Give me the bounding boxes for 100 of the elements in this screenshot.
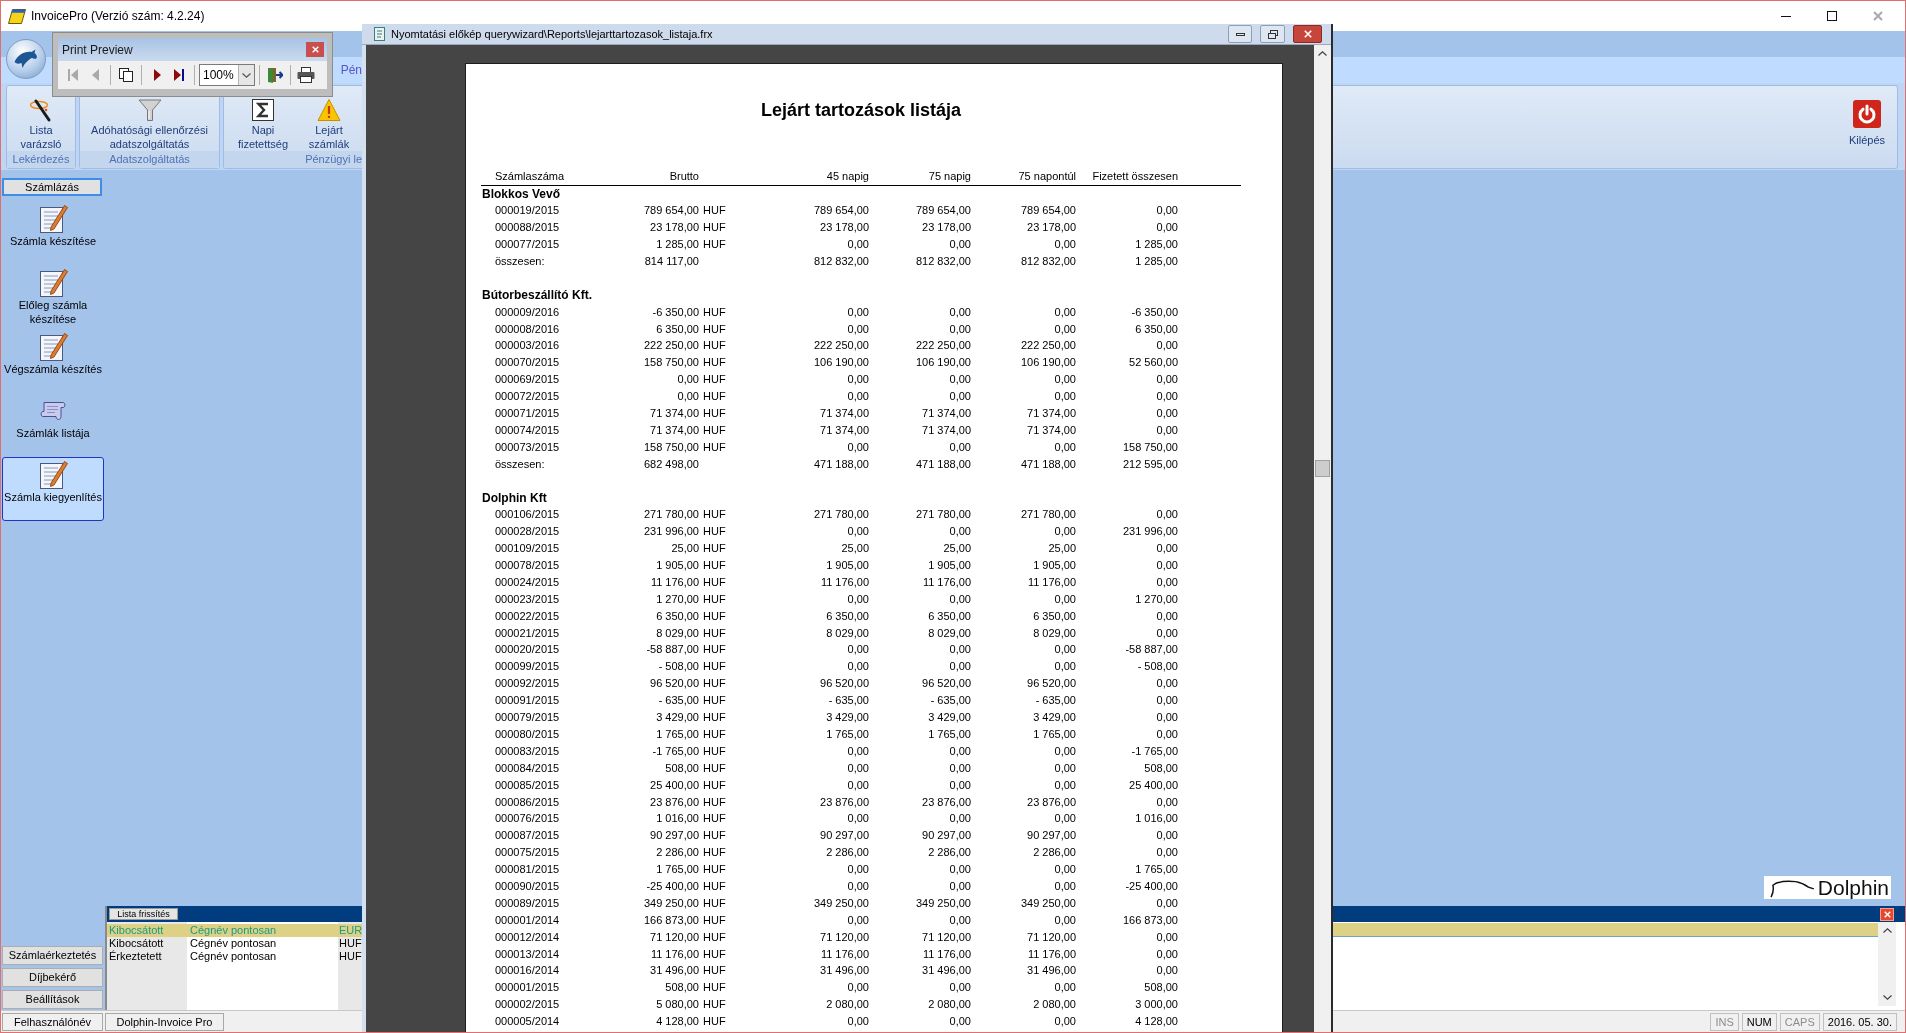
report-title: Lejárt tartozások listája [760, 99, 962, 121]
table-cell: 000074/2015 [495, 423, 560, 436]
document-pencil-icon [38, 460, 68, 490]
table-cell: 0,00 [847, 761, 869, 774]
table-cell: 231 996,00 [643, 525, 699, 538]
table-cell: 0,00 [1156, 626, 1178, 639]
sidebar-section-button[interactable]: Díjbekérő [2, 968, 103, 987]
sidebar-item[interactable]: Számla készítése [2, 201, 104, 265]
window-title: InvoicePro (Verzió szám: 4.2.24) [31, 9, 205, 23]
table-cell: 000088/2015 [495, 221, 560, 234]
document-pencil-icon [38, 204, 68, 234]
table-cell: 0,00 [847, 879, 869, 892]
close-icon [311, 46, 319, 53]
restore-button[interactable] [1260, 25, 1285, 43]
table-cell: 508,00 [665, 761, 699, 774]
table-cell: HUF [703, 322, 726, 335]
table-cell: 231 996,00 [1122, 525, 1178, 538]
table-cell: 0,00 [949, 373, 971, 386]
table-cell: 71 374,00 [820, 407, 869, 419]
table-cell: 000083/2015 [495, 744, 560, 757]
table-cell: 23 178,00 [820, 221, 869, 234]
table-cell: összesen: [495, 255, 545, 267]
table-cell: HUF [703, 981, 726, 994]
zoom-combo[interactable]: 100% [199, 64, 255, 86]
chevron-up-icon[interactable] [1882, 928, 1892, 933]
chevron-down-icon[interactable] [1882, 995, 1892, 1000]
ribbon-button[interactable]: Napi fizetettség [232, 98, 294, 151]
table-cell: 1 285,00 [1135, 255, 1178, 267]
table-cell: HUF [703, 221, 726, 234]
scrollbar-thumb[interactable] [1315, 460, 1330, 477]
table-cell: 000078/2015 [495, 559, 560, 572]
table-cell: 000073/2015 [495, 440, 560, 453]
table-cell: 0,00 [1156, 423, 1178, 436]
table-cell: 106 190,00 [915, 356, 971, 369]
table-cell: 0,00 [677, 373, 699, 386]
table-cell: 1 270,00 [1135, 592, 1178, 605]
group-label: Adatszolgáltatás [109, 153, 190, 166]
toolbar-button[interactable] [295, 64, 317, 86]
ribbon-button[interactable]: Lista varázsló [16, 98, 66, 151]
table-cell: 0,00 [1054, 744, 1076, 757]
table-cell: -25 400,00 [646, 879, 699, 892]
status-cell: Felhasználónév [2, 1012, 103, 1031]
table-cell: 812 832,00 [915, 255, 971, 267]
table-cell: 2 286,00 [656, 846, 699, 859]
table-cell: 0,00 [949, 643, 971, 656]
table-cell: 0,00 [847, 913, 869, 926]
table-cell: 1 285,00 [1135, 238, 1178, 251]
sidebar-item[interactable]: Számlák listája [2, 393, 104, 457]
table-cell: 0,00 [1156, 508, 1178, 521]
section-header-button[interactable]: Számlázás [2, 178, 102, 196]
table-cell: 349 250,00 [915, 896, 971, 909]
table-cell: 0,00 [677, 390, 699, 403]
ribbon-button[interactable]: Adóhatósági ellenőrzési adatszolgáltatás [82, 98, 217, 151]
table-cell: 8 029,00 [928, 626, 971, 639]
ribbon-tab[interactable]: Pén [340, 63, 362, 77]
table-cell: 1 016,00 [1135, 812, 1178, 825]
list-row[interactable]: Érkeztetett Cégnév pontosan HUF [107, 950, 362, 963]
sidebar-section-button[interactable]: Számlaérkeztetés [2, 946, 103, 965]
table-cell: 0,00 [847, 643, 869, 656]
table-cell: 0,00 [1054, 440, 1076, 453]
chevron-up-icon[interactable] [1318, 51, 1327, 56]
table-cell: 0,00 [949, 761, 971, 774]
table-cell: 0,00 [1156, 204, 1178, 217]
column-header: 45 napig [826, 170, 869, 183]
close-button[interactable] [1293, 25, 1322, 43]
list-row[interactable]: Kibocsátott Cégnév pontosan HUF [107, 937, 362, 950]
pages-icon [119, 68, 133, 82]
close-button[interactable] [1880, 907, 1894, 921]
table-cell: 6 350,00 [1135, 322, 1178, 335]
table-cell: HUF [703, 508, 726, 521]
table-cell: 0,00 [1054, 981, 1076, 994]
sidebar-item[interactable]: Előleg számla készítése [2, 265, 104, 329]
table-cell: HUF [703, 390, 726, 403]
table-cell: 158 750,00 [643, 440, 699, 453]
table-cell: 000075/2015 [495, 846, 560, 859]
table-cell: 349 250,00 [1020, 896, 1076, 909]
table-cell: 000086/2015 [495, 795, 560, 808]
table-cell: 000081/2015 [495, 863, 560, 876]
list-cell: Érkeztetett [109, 950, 162, 963]
list-cell: HUF [339, 937, 362, 950]
close-button[interactable] [306, 42, 324, 57]
sidebar-item[interactable]: Végszámla készítés [2, 329, 104, 393]
table-cell: 0,00 [847, 744, 869, 757]
exit-button[interactable]: Kilépés [1845, 100, 1889, 147]
table-cell: 1 270,00 [656, 592, 699, 605]
table-cell: 0,00 [1054, 1015, 1076, 1028]
table-cell: 1 765,00 [928, 727, 971, 740]
status-indicator: INS [1710, 1012, 1739, 1031]
panel-tab[interactable]: Lista frissítés [109, 908, 178, 920]
table-cell: 71 374,00 [1027, 423, 1076, 436]
minimize-button[interactable] [1228, 25, 1252, 43]
table-cell: 6 350,00 [928, 609, 971, 622]
notebook-icon [8, 8, 26, 24]
sidebar-section-button[interactable]: Beállítások [2, 990, 103, 1009]
sidebar-item[interactable]: Számla kiegyenlítés [2, 457, 104, 521]
table-cell: -6 350,00 [1131, 305, 1178, 318]
ribbon-button[interactable]: Lejárt számlák [304, 98, 354, 151]
group-heading: Blokkos Vevő [482, 186, 561, 201]
table-cell: 25,00 [671, 542, 699, 555]
table-cell: 1 765,00 [1033, 727, 1076, 740]
